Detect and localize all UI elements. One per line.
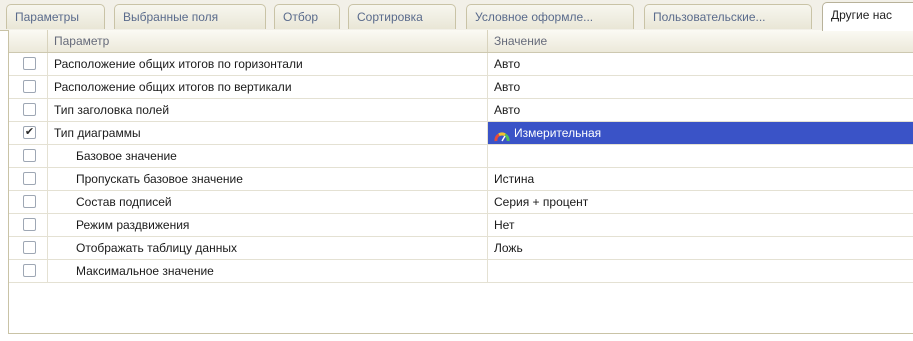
parameter-cell: Отображать таблицу данных [47, 237, 487, 259]
value-cell[interactable]: Серия + процент [487, 191, 913, 213]
table-row[interactable]: Базовое значение [9, 145, 913, 168]
table-row[interactable]: Режим раздвижения Нет [9, 214, 913, 237]
parameter-cell: Тип диаграммы [47, 122, 487, 144]
use-checkbox[interactable] [23, 57, 36, 70]
gauge-chart-icon [494, 127, 510, 142]
parameter-cell: Пропускать базовое значение [47, 168, 487, 190]
value-cell[interactable] [487, 260, 913, 282]
value-cell[interactable]: Ложь [487, 237, 913, 259]
table-row[interactable]: Расположение общих итогов по вертикали Ав… [9, 76, 913, 99]
value-cell[interactable] [487, 145, 913, 167]
value-cell[interactable]: Измерительная [487, 122, 913, 144]
value-cell[interactable]: Истина [487, 168, 913, 190]
tab-conditional-formatting[interactable]: Условное оформле... [466, 4, 634, 29]
use-checkbox[interactable] [23, 172, 36, 185]
tab-user-settings[interactable]: Пользовательские... [644, 4, 812, 29]
value-text: Истина [494, 172, 535, 186]
value-cell[interactable]: Авто [487, 99, 913, 121]
use-checkbox[interactable] [23, 80, 36, 93]
tab-filter[interactable]: Отбор [274, 4, 340, 29]
grid-header: Параметр Значение [9, 30, 913, 53]
value-cell[interactable]: Авто [487, 76, 913, 98]
use-checkbox[interactable] [23, 241, 36, 254]
column-header-value[interactable]: Значение [487, 30, 913, 52]
use-checkbox[interactable] [23, 149, 36, 162]
parameter-cell: Базовое значение [47, 145, 487, 167]
use-checkbox[interactable] [23, 264, 36, 277]
use-checkbox[interactable] [23, 218, 36, 231]
parameter-cell: Режим раздвижения [47, 214, 487, 236]
parameter-cell: Максимальное значение [47, 260, 487, 282]
value-text: Ложь [494, 241, 523, 255]
table-row[interactable]: Отображать таблицу данных Ложь [9, 237, 913, 260]
tab-parameters[interactable]: Параметры [6, 4, 105, 29]
value-cell[interactable]: Авто [487, 53, 913, 75]
value-cell[interactable]: Нет [487, 214, 913, 236]
parameter-cell: Расположение общих итогов по горизонтали [47, 53, 487, 75]
table-row[interactable]: Пропускать базовое значение Истина [9, 168, 913, 191]
parameter-cell: Расположение общих итогов по вертикали [47, 76, 487, 98]
tab-other-settings[interactable]: Другие нас [822, 2, 913, 31]
use-checkbox[interactable]: ✔ [23, 126, 36, 139]
use-checkbox[interactable] [23, 103, 36, 116]
table-row[interactable]: ✔ Тип диаграммы Измерительная [9, 122, 913, 145]
table-row[interactable]: Тип заголовка полей Авто [9, 99, 913, 122]
column-header-parameter[interactable]: Параметр [47, 30, 487, 52]
table-row[interactable]: Максимальное значение [9, 260, 913, 283]
parameter-cell: Состав подписей [47, 191, 487, 213]
value-text: Измерительная [514, 126, 602, 140]
value-text: Авто [494, 103, 521, 117]
value-text: Авто [494, 80, 521, 94]
value-text: Серия + процент [494, 195, 589, 209]
use-checkbox[interactable] [23, 195, 36, 208]
value-text: Авто [494, 57, 521, 71]
parameter-cell: Тип заголовка полей [47, 99, 487, 121]
tab-selected-fields[interactable]: Выбранные поля [114, 4, 266, 29]
table-row[interactable]: Расположение общих итогов по горизонтали… [9, 53, 913, 76]
settings-panel: Параметр Значение Расположение общих ито… [8, 30, 913, 334]
value-text: Нет [494, 218, 515, 232]
tab-sorting[interactable]: Сортировка [348, 4, 456, 29]
table-row[interactable]: Состав подписей Серия + процент [9, 191, 913, 214]
tab-bar: Параметры Выбранные поля Отбор Сортировк… [0, 0, 913, 31]
